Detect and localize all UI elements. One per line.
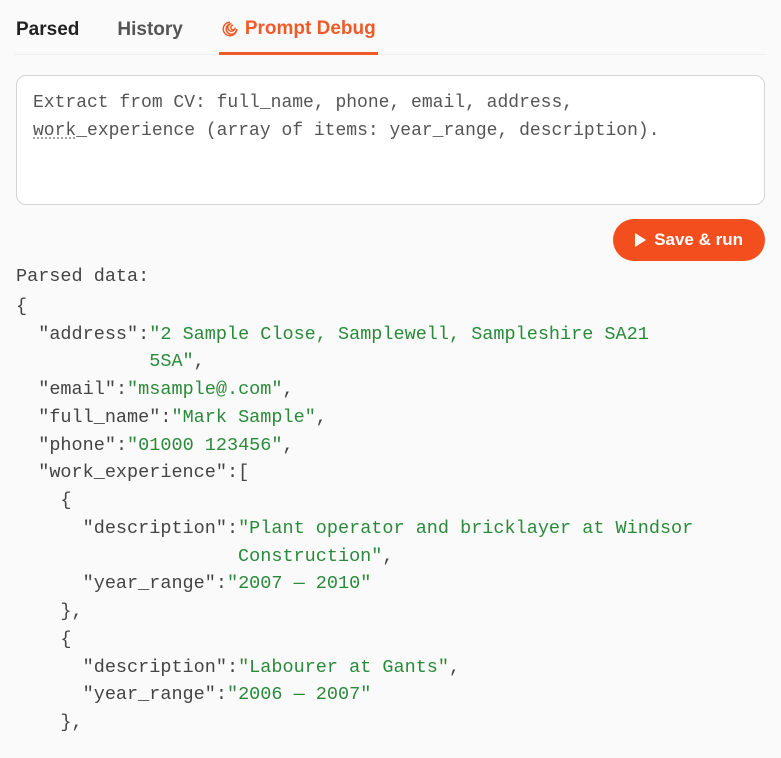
spiral-icon xyxy=(221,20,239,38)
json-we1-yr: 2006 — 2007 xyxy=(238,684,360,705)
json-address-l1: 2 Sample Close, Samplewell, Sampleshire … xyxy=(160,324,648,345)
json-block: { "address":"2 Sample Close, Samplewell,… xyxy=(16,293,765,737)
json-we0-desc-l1: Plant operator and bricklayer at Windsor xyxy=(249,518,693,539)
json-fullname: Mark Sample xyxy=(183,407,305,428)
prompt-textarea[interactable]: Extract from CV: full_name, phone, email… xyxy=(16,75,765,205)
parsed-heading: Parsed data: xyxy=(16,263,765,291)
prompt-line2-rest: _experience (array of items: year_range,… xyxy=(76,121,659,141)
parsed-output: Parsed data: { "address":"2 Sample Close… xyxy=(16,263,765,737)
tab-prompt-debug[interactable]: Prompt Debug xyxy=(219,12,378,55)
tabs-bar: Parsed History Prompt Debug xyxy=(14,12,767,55)
prompt-line1: Extract from CV: full_name, phone, email… xyxy=(33,93,573,113)
tab-prompt-debug-label: Prompt Debug xyxy=(245,18,376,40)
json-address-l2: 5SA xyxy=(149,351,182,372)
action-row: Save & run xyxy=(16,219,765,261)
json-phone: 01000 123456 xyxy=(138,435,271,456)
save-run-label: Save & run xyxy=(654,230,743,250)
json-email: msample@.com xyxy=(138,379,271,400)
play-icon xyxy=(635,233,646,247)
tab-parsed[interactable]: Parsed xyxy=(14,12,81,54)
json-we0-desc-l2: Construction xyxy=(238,546,371,567)
tab-history[interactable]: History xyxy=(115,12,184,54)
content-area: Extract from CV: full_name, phone, email… xyxy=(14,55,767,737)
prompt-underlined-word: work xyxy=(33,121,76,141)
json-we1-desc: Labourer at Gants xyxy=(249,657,438,678)
json-we0-yr: 2007 — 2010 xyxy=(238,573,360,594)
save-run-button[interactable]: Save & run xyxy=(613,219,765,261)
